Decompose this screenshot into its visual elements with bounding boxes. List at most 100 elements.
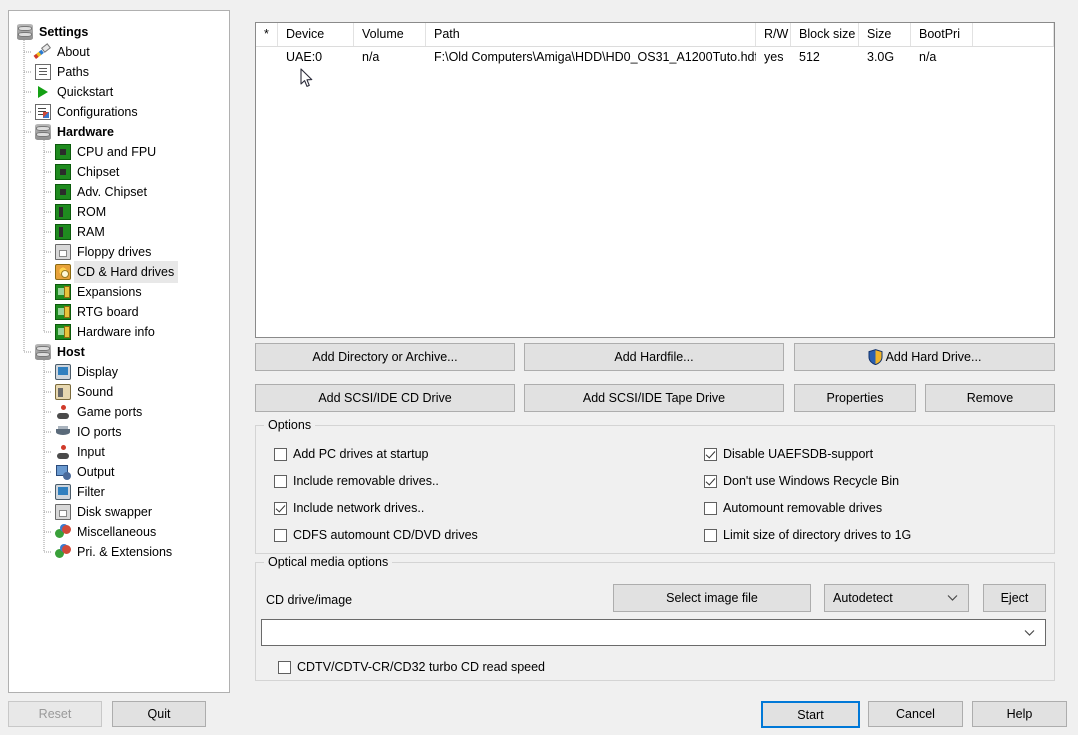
sidebar-item-display[interactable]: Display [9,362,229,382]
option-row[interactable]: Don't use Windows Recycle Bin [704,472,899,490]
sidebar-item-label: Output [77,465,115,479]
column-header-bootpri[interactable]: BootPri [911,23,973,46]
sidebar-item-io-ports[interactable]: IO ports [9,422,229,442]
turbo-cd-read-speed-row[interactable]: CDTV/CDTV-CR/CD32 turbo CD read speed [278,658,545,676]
cancel-button[interactable]: Cancel [868,701,963,727]
sidebar-item-label: Host [57,345,85,359]
column-header-size[interactable]: Size [859,23,911,46]
sidebar-item-filter[interactable]: Filter [9,482,229,502]
sidebar-item-label: Pri. & Extensions [77,545,173,559]
sidebar-item-hardware-info[interactable]: Hardware info [9,322,229,342]
sidebar-item-cpu-and-fpu[interactable]: CPU and FPU [9,142,229,162]
sidebar-item-expansions[interactable]: Expansions [9,282,229,302]
column-header-filler [973,23,1054,46]
sidebar-item-label: Game ports [77,405,143,419]
sidebar-item-sound[interactable]: Sound [9,382,229,402]
sidebar-item-chipset[interactable]: Chipset [9,162,229,182]
select-image-file-button[interactable]: Select image file [613,584,811,612]
chip-icon [55,164,71,180]
column-header-path[interactable]: Path [426,23,756,46]
hard-drive-list[interactable]: * Device Volume Path R/W Block size Size… [255,22,1055,338]
sidebar-item-label: Quickstart [57,85,114,99]
option-checkbox[interactable] [274,501,287,515]
sidebar-item-hardware[interactable]: Hardware [9,122,229,142]
sidebar-item-output[interactable]: Output [9,462,229,482]
properties-button[interactable]: Properties [794,384,916,412]
cd-mode-dropdown[interactable]: Autodetect [824,584,969,612]
column-header-blocksize[interactable]: Block size [791,23,859,46]
cd-drive-image-label: CD drive/image [266,593,353,607]
expansion-board-icon [55,324,71,340]
add-hardfile-button[interactable]: Add Hardfile... [524,343,784,371]
optical-group-title: Optical media options [264,555,393,569]
cell-device: UAE:0 [286,50,323,64]
column-header-volume[interactable]: Volume [354,23,426,46]
sidebar-item-ram[interactable]: RAM [9,222,229,242]
option-row[interactable]: Limit size of directory drives to 1G [704,526,911,544]
option-checkbox[interactable] [274,447,287,461]
column-header-device[interactable]: Device [278,23,354,46]
joystick-icon [55,444,71,460]
sidebar-item-label: Display [77,365,118,379]
sidebar-item-cd-hard-drives[interactable]: CD & Hard drives [9,261,229,283]
sidebar-item-miscellaneous[interactable]: Miscellaneous [9,522,229,542]
option-row[interactable]: Include removable drives.. [274,472,439,490]
sidebar-item-pri-extensions[interactable]: Pri. & Extensions [9,542,229,562]
sidebar-item-game-ports[interactable]: Game ports [9,402,229,422]
sidebar-item-floppy-drives[interactable]: Floppy drives [9,242,229,262]
cd-image-path-combobox[interactable] [261,619,1046,646]
option-row[interactable]: Disable UAEFSDB-support [704,445,873,463]
option-row[interactable]: CDFS automount CD/DVD drives [274,526,478,544]
option-row[interactable]: Add PC drives at startup [274,445,428,463]
start-button[interactable]: Start [761,701,860,728]
turbo-cd-read-speed-checkbox[interactable] [278,660,291,674]
table-row[interactable]: UAE:0 n/a F:\Old Computers\Amiga\HDD\HD0… [256,47,1054,69]
sidebar-item-about[interactable]: About [9,42,229,62]
sidebar-item-label: IO ports [77,425,122,439]
option-checkbox[interactable] [274,528,287,542]
sidebar-item-settings[interactable]: Settings [9,22,229,42]
add-directory-or-archive-button[interactable]: Add Directory or Archive... [255,343,515,371]
sidebar-item-input[interactable]: Input [9,442,229,462]
add-scsi-ide-tape-drive-button[interactable]: Add SCSI/IDE Tape Drive [524,384,784,412]
column-header-star[interactable]: * [256,23,278,46]
turbo-cd-read-speed-label: CDTV/CDTV-CR/CD32 turbo CD read speed [297,660,545,674]
settings-tree-sidebar[interactable]: Settings About Paths Quickstart Configuratio… [8,10,230,693]
remove-button[interactable]: Remove [925,384,1055,412]
pen-icon [35,44,51,60]
sidebar-item-disk-swapper[interactable]: Disk swapper [9,502,229,522]
option-label: Limit size of directory drives to 1G [723,528,912,542]
column-header-rw[interactable]: R/W [756,23,791,46]
help-button[interactable]: Help [972,701,1067,727]
option-label: Don't use Windows Recycle Bin [723,474,900,488]
sidebar-item-quickstart[interactable]: Quickstart [9,82,229,102]
option-checkbox[interactable] [704,528,717,542]
add-scsi-ide-cd-drive-button[interactable]: Add SCSI/IDE CD Drive [255,384,515,412]
option-row[interactable]: Include network drives.. [274,499,424,517]
cell-star [256,47,278,69]
option-checkbox[interactable] [704,447,717,461]
add-hard-drive-label: Add Hard Drive... [885,350,982,364]
eject-button[interactable]: Eject [983,584,1046,612]
sidebar-item-paths[interactable]: Paths [9,62,229,82]
chip-icon [55,184,71,200]
sidebar-item-label: RTG board [77,305,139,319]
sidebar-item-label: Paths [57,65,89,79]
option-checkbox[interactable] [704,501,717,515]
option-checkbox[interactable] [274,474,287,488]
quit-button[interactable]: Quit [112,701,206,727]
reset-button[interactable]: Reset [8,701,102,727]
add-hard-drive-button[interactable]: Add Hard Drive... [794,343,1055,371]
sidebar-item-adv-chipset[interactable]: Adv. Chipset [9,182,229,202]
sidebar-item-host[interactable]: Host [9,342,229,362]
sidebar-item-label: Configurations [57,105,138,119]
option-checkbox[interactable] [704,474,717,488]
sidebar-item-rom[interactable]: ROM [9,202,229,222]
monitor-icon [55,484,71,500]
sidebar-item-configurations[interactable]: Configurations [9,102,229,122]
cell-path: F:\Old Computers\Amiga\HDD\HD0_OS31_A120… [434,50,756,64]
cell-blocksize: 512 [799,50,820,64]
option-row[interactable]: Automount removable drives [704,499,882,517]
optical-media-group: Optical media options CD drive/image Sel… [255,555,1055,681]
sidebar-item-rtg-board[interactable]: RTG board [9,302,229,322]
